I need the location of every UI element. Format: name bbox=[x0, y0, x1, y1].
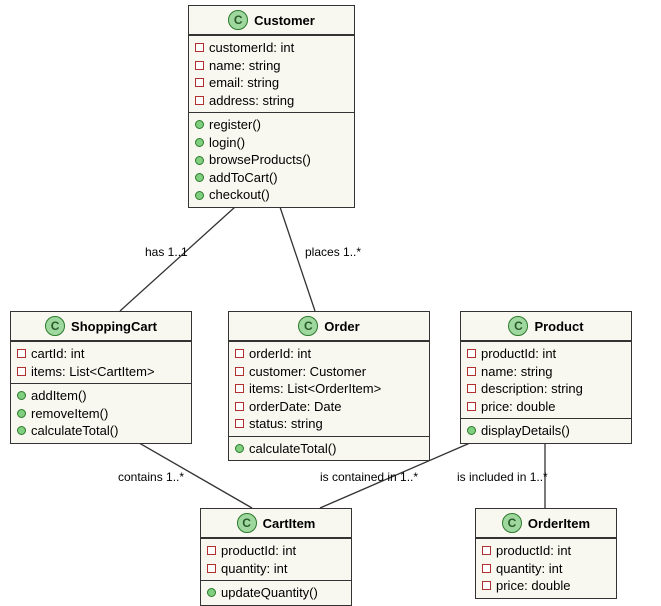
class-customer: C Customer customerId: int name: string … bbox=[188, 5, 355, 208]
attr: items: List<CartItem> bbox=[31, 363, 155, 381]
op-icon bbox=[195, 173, 204, 182]
attr-icon bbox=[235, 384, 244, 393]
attr-icon bbox=[207, 564, 216, 573]
op-icon bbox=[195, 138, 204, 147]
class-order: C Order orderId: int customer: Customer … bbox=[228, 311, 430, 461]
edge-label-places: places 1..* bbox=[305, 245, 361, 259]
operations-section: displayDetails() bbox=[461, 418, 631, 443]
class-cartitem: C CartItem productId: int quantity: int … bbox=[200, 508, 352, 606]
op-icon bbox=[195, 120, 204, 129]
class-icon: C bbox=[502, 513, 522, 533]
attr: orderDate: Date bbox=[249, 398, 342, 416]
attr: customer: Customer bbox=[249, 363, 366, 381]
op: displayDetails() bbox=[481, 422, 570, 440]
attr: price: double bbox=[496, 577, 570, 595]
op: login() bbox=[209, 134, 245, 152]
attr-icon bbox=[467, 402, 476, 411]
attr-icon bbox=[195, 78, 204, 87]
op-icon bbox=[195, 191, 204, 200]
attr-icon bbox=[467, 367, 476, 376]
op-icon bbox=[467, 426, 476, 435]
attr: price: double bbox=[481, 398, 555, 416]
attr: quantity: int bbox=[496, 560, 563, 578]
attributes-section: productId: int quantity: int price: doub… bbox=[476, 538, 616, 598]
attr: productId: int bbox=[481, 345, 556, 363]
class-shoppingcart: C ShoppingCart cartId: int items: List<C… bbox=[10, 311, 192, 444]
attr-icon bbox=[482, 564, 491, 573]
attr-icon bbox=[235, 402, 244, 411]
attributes-section: productId: int name: string description:… bbox=[461, 341, 631, 418]
op-icon bbox=[17, 426, 26, 435]
attr-icon bbox=[235, 349, 244, 358]
attr-icon bbox=[195, 61, 204, 70]
attr-icon bbox=[195, 43, 204, 52]
attr: cartId: int bbox=[31, 345, 84, 363]
attr: quantity: int bbox=[221, 560, 288, 578]
class-icon: C bbox=[298, 316, 318, 336]
op-icon bbox=[235, 444, 244, 453]
op: register() bbox=[209, 116, 261, 134]
class-icon: C bbox=[508, 316, 528, 336]
attr: name: string bbox=[481, 363, 553, 381]
op: removeItem() bbox=[31, 405, 108, 423]
class-orderitem: C OrderItem productId: int quantity: int… bbox=[475, 508, 617, 599]
operations-section: calculateTotal() bbox=[229, 436, 429, 461]
attr-icon bbox=[482, 546, 491, 555]
class-title: Customer bbox=[254, 13, 315, 28]
attr: email: string bbox=[209, 74, 279, 92]
attr-icon bbox=[235, 419, 244, 428]
attributes-section: orderId: int customer: Customer items: L… bbox=[229, 341, 429, 436]
op-icon bbox=[207, 588, 216, 597]
attr: productId: int bbox=[496, 542, 571, 560]
attributes-section: productId: int quantity: int bbox=[201, 538, 351, 580]
class-title: ShoppingCart bbox=[71, 319, 157, 334]
class-title: CartItem bbox=[263, 516, 316, 531]
attributes-section: cartId: int items: List<CartItem> bbox=[11, 341, 191, 383]
edge-label-has: has 1..1 bbox=[145, 245, 188, 259]
attr-icon bbox=[467, 349, 476, 358]
attr: orderId: int bbox=[249, 345, 311, 363]
op: calculateTotal() bbox=[31, 422, 118, 440]
class-icon: C bbox=[228, 10, 248, 30]
edge-label-iscontainedin: is contained in 1..* bbox=[320, 470, 418, 484]
attr: description: string bbox=[481, 380, 583, 398]
operations-section: register() login() browseProducts() addT… bbox=[189, 112, 354, 207]
class-title: Order bbox=[324, 319, 359, 334]
edge-label-contains: contains 1..* bbox=[118, 470, 184, 484]
attr: productId: int bbox=[221, 542, 296, 560]
attr-icon bbox=[207, 546, 216, 555]
attr: address: string bbox=[209, 92, 294, 110]
attr: customerId: int bbox=[209, 39, 294, 57]
op: updateQuantity() bbox=[221, 584, 318, 602]
attr-icon bbox=[195, 96, 204, 105]
attr-icon bbox=[467, 384, 476, 393]
attr: name: string bbox=[209, 57, 281, 75]
op: browseProducts() bbox=[209, 151, 311, 169]
attr-icon bbox=[235, 367, 244, 376]
class-title: OrderItem bbox=[528, 516, 590, 531]
op-icon bbox=[195, 156, 204, 165]
operations-section: addItem() removeItem() calculateTotal() bbox=[11, 383, 191, 443]
attr: items: List<OrderItem> bbox=[249, 380, 381, 398]
attr: status: string bbox=[249, 415, 323, 433]
op: calculateTotal() bbox=[249, 440, 336, 458]
op: checkout() bbox=[209, 186, 270, 204]
operations-section: updateQuantity() bbox=[201, 580, 351, 605]
op-icon bbox=[17, 409, 26, 418]
op: addToCart() bbox=[209, 169, 278, 187]
edge-label-isincludedin: is included in 1..* bbox=[457, 470, 548, 484]
attr-icon bbox=[17, 367, 26, 376]
class-title: Product bbox=[534, 319, 583, 334]
class-icon: C bbox=[237, 513, 257, 533]
attr-icon bbox=[482, 581, 491, 590]
class-product: C Product productId: int name: string de… bbox=[460, 311, 632, 444]
op-icon bbox=[17, 391, 26, 400]
op: addItem() bbox=[31, 387, 87, 405]
attributes-section: customerId: int name: string email: stri… bbox=[189, 35, 354, 112]
attr-icon bbox=[17, 349, 26, 358]
class-icon: C bbox=[45, 316, 65, 336]
